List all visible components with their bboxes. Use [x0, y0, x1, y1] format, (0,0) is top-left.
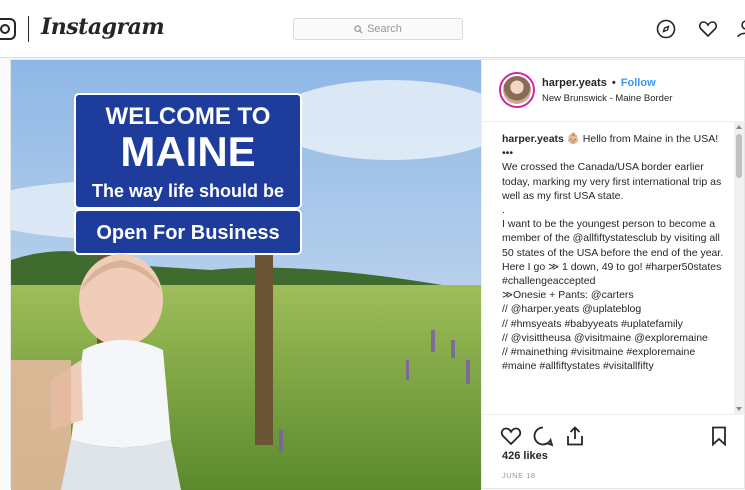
location-link[interactable]: New Brunswick - Maine Border — [542, 93, 672, 104]
compass-icon[interactable] — [656, 19, 676, 39]
caption-line: // #mainething #visitmaine #exploremaine… — [502, 346, 696, 373]
like-heart-icon[interactable] — [500, 425, 522, 447]
caption-line: // #hmsyeats #babyyeats #uplatefamily — [502, 317, 683, 330]
avatar[interactable] — [499, 72, 535, 108]
sign-line-4: Open For Business — [96, 222, 279, 244]
caption-line: I want to be the youngest person to beco… — [502, 218, 724, 288]
bookmark-icon[interactable] — [708, 425, 730, 447]
caption-first-line: 👶🏼 Hello from Maine in the USA! — [566, 133, 719, 145]
camera-logo-icon[interactable] — [0, 18, 16, 40]
likes-count[interactable]: 426 likes — [502, 450, 548, 462]
post-photo[interactable]: WELCOME TO MAINE The way life should be … — [11, 60, 481, 490]
comment-icon[interactable] — [532, 425, 554, 447]
search-input[interactable]: Search — [293, 18, 463, 40]
caption-line: // @harper.yeats @uplateblog — [502, 303, 642, 316]
profile-icon[interactable] — [736, 19, 745, 39]
caption: harper.yeats 👶🏼 Hello from Maine in the … — [502, 132, 728, 414]
logo-divider — [28, 16, 29, 42]
scroll-up-icon[interactable] — [736, 125, 742, 129]
baby-head — [79, 254, 163, 346]
sign-line-1: WELCOME TO — [106, 103, 271, 130]
share-icon[interactable] — [564, 425, 586, 447]
username-link[interactable]: harper.yeats — [542, 77, 607, 89]
separator-dot: • — [611, 77, 616, 89]
top-navbar: Instagram Search — [0, 0, 745, 58]
scroll-down-icon[interactable] — [736, 407, 742, 411]
post-date[interactable]: JUNE 18 — [502, 471, 536, 480]
sign-line-3: The way life should be — [92, 181, 284, 201]
caption-line: ••• — [502, 147, 514, 160]
post-card: WELCOME TO MAINE The way life should be … — [10, 59, 745, 490]
post-sidebar: harper.yeats • Follow New Brunswick - Ma… — [481, 60, 745, 490]
heart-icon[interactable] — [698, 19, 718, 39]
scrollbar-thumb[interactable] — [736, 134, 742, 178]
post-actions — [482, 414, 745, 454]
username-row: harper.yeats • Follow — [542, 77, 656, 89]
caption-line: // @visittheusa @visitmaine @exploremain… — [502, 331, 708, 344]
baby-onesie — [71, 340, 171, 448]
follow-button[interactable]: Follow — [621, 77, 656, 89]
sign-line-2: MAINE — [120, 128, 255, 175]
caption-line: We crossed the Canada/USA border earlier… — [502, 161, 722, 202]
caption-username[interactable]: harper.yeats — [502, 133, 564, 145]
search-icon — [354, 24, 363, 34]
caption-scrollbar[interactable] — [734, 122, 744, 414]
search-placeholder: Search — [367, 23, 402, 35]
photo-scene: WELCOME TO MAINE The way life should be … — [11, 60, 481, 490]
instagram-logo[interactable]: Instagram — [41, 14, 165, 40]
caption-line: ≫Onesie + Pants: @carters — [502, 289, 634, 302]
post-header: harper.yeats • Follow New Brunswick - Ma… — [482, 60, 745, 122]
caption-line: . — [502, 204, 505, 217]
